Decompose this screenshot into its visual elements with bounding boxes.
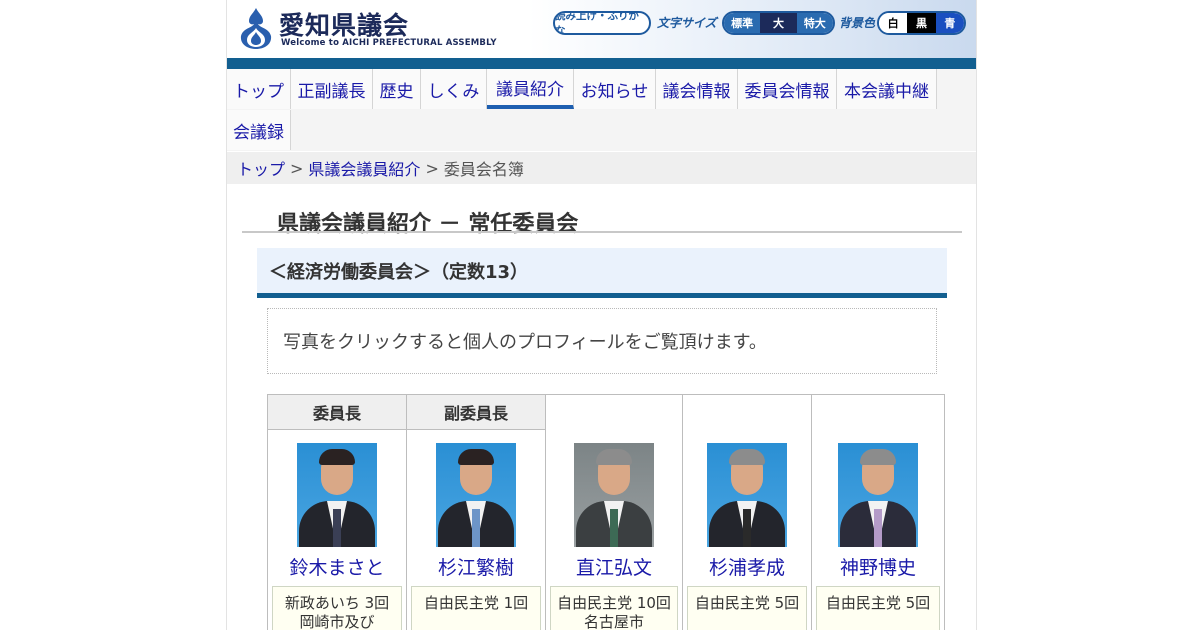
header-divider: [227, 58, 976, 69]
member-party: 自由民主党 5回: [687, 586, 807, 630]
bg-color-label: 背景色: [839, 16, 876, 30]
member-cell: 副委員長 杉江繁樹 自由民主党 1回: [406, 394, 545, 630]
breadcrumb: トップ > 県議会議員紹介 > 委員会名簿: [227, 152, 976, 184]
member-name-link[interactable]: 神野博史: [812, 553, 944, 580]
member-party: 新政あいち 3回 岡崎市及び: [272, 586, 402, 630]
title-underline: [242, 231, 962, 233]
member-party: 自由民主党 5回: [816, 586, 940, 630]
member-name-link[interactable]: 鈴木まさと: [268, 553, 406, 580]
nav-item-members[interactable]: 議員紹介: [487, 69, 574, 109]
breadcrumb-separator: >: [290, 158, 304, 178]
member-party-label: 自由民主党 5回: [694, 594, 800, 612]
nav-item-minutes[interactable]: 会議録: [227, 110, 291, 150]
member-photo[interactable]: [574, 443, 654, 547]
member-table: 委員長 鈴木まさと 新政あいち 3回 岡崎市及び 副委員長 杉江繁樹 自由民主党…: [267, 394, 945, 630]
assembly-emblem-icon[interactable]: [239, 6, 273, 50]
font-size-label: 文字サイズ: [657, 16, 717, 30]
role-header: 委員長: [268, 395, 406, 430]
nav-item-assembly-info[interactable]: 議会情報: [656, 69, 738, 109]
bg-black-button[interactable]: 黒: [907, 13, 936, 33]
page-title: 県議会議員紹介 － 常任委員会: [277, 212, 579, 237]
member-photo[interactable]: [838, 443, 918, 547]
member-photo[interactable]: [436, 443, 516, 547]
nav-item-history[interactable]: 歴史: [373, 69, 421, 109]
page: 愛知県議会 Welcome to AICHI PREFECTURAL ASSEM…: [226, 0, 977, 630]
profile-notice: 写真をクリックすると個人のプロフィールをご覧頂けます。: [267, 308, 937, 374]
breadcrumb-separator: >: [425, 158, 439, 178]
main-nav: トップ 正副議長 歴史 しくみ 議員紹介 お知らせ 議会情報 委員会情報 本会議…: [227, 69, 976, 151]
breadcrumb-current: 委員会名簿: [443, 160, 524, 179]
bg-color-switcher: 白 黒 青: [877, 11, 966, 35]
site-subtitle: Welcome to AICHI PREFECTURAL ASSEMBLY: [281, 38, 497, 48]
member-name-link[interactable]: 杉江繁樹: [407, 553, 545, 580]
read-aloud-button[interactable]: 読み上げ・ふりがな: [553, 11, 651, 35]
nav-item-committee-info[interactable]: 委員会情報: [738, 69, 837, 109]
member-cell: 神野博史 自由民主党 5回: [811, 394, 945, 630]
member-name-link[interactable]: 杉浦孝成: [683, 553, 811, 580]
site-header: 愛知県議会 Welcome to AICHI PREFECTURAL ASSEM…: [227, 0, 976, 60]
bg-white-button[interactable]: 白: [879, 13, 908, 33]
member-party: 自由民主党 1回: [411, 586, 541, 630]
member-name-link[interactable]: 直江弘文: [546, 553, 682, 580]
member-party-label: 自由民主党 5回: [825, 594, 931, 612]
member-party: 自由民主党 10回 名古屋市: [550, 586, 678, 630]
font-size-switcher: 標準 大 特大: [722, 11, 835, 35]
nav-item-news[interactable]: お知らせ: [574, 69, 656, 109]
member-district: 名古屋市: [583, 613, 644, 630]
nav-item-speakers[interactable]: 正副議長: [291, 69, 373, 109]
member-party-label: 新政あいち 3回: [284, 594, 390, 612]
member-cell: 杉浦孝成 自由民主党 5回: [682, 394, 811, 630]
nav-item-structure[interactable]: しくみ: [421, 69, 487, 109]
nav-item-top[interactable]: トップ: [227, 69, 291, 109]
member-cell: 直江弘文 自由民主党 10回 名古屋市: [545, 394, 682, 630]
member-district: 岡崎市及び: [299, 613, 375, 630]
member-party-label: 自由民主党 10回: [557, 594, 671, 612]
breadcrumb-top-link[interactable]: トップ: [237, 156, 285, 180]
font-size-large-button[interactable]: 大: [760, 13, 797, 33]
role-header: 副委員長: [407, 395, 545, 430]
member-cell: 委員長 鈴木まさと 新政あいち 3回 岡崎市及び: [267, 394, 406, 630]
member-party-label: 自由民主党 1回: [423, 594, 529, 612]
nav-item-live-broadcast[interactable]: 本会議中継: [837, 69, 937, 109]
breadcrumb-members-link[interactable]: 県議会議員紹介: [308, 156, 420, 180]
member-photo[interactable]: [707, 443, 787, 547]
font-size-xlarge-button[interactable]: 特大: [796, 13, 833, 33]
committee-heading: ＜経済労働委員会＞（定数13）: [257, 248, 947, 298]
bg-blue-button[interactable]: 青: [935, 13, 964, 33]
member-photo[interactable]: [297, 443, 377, 547]
site-title[interactable]: 愛知県議会: [279, 6, 409, 42]
font-size-standard-button[interactable]: 標準: [724, 13, 761, 33]
